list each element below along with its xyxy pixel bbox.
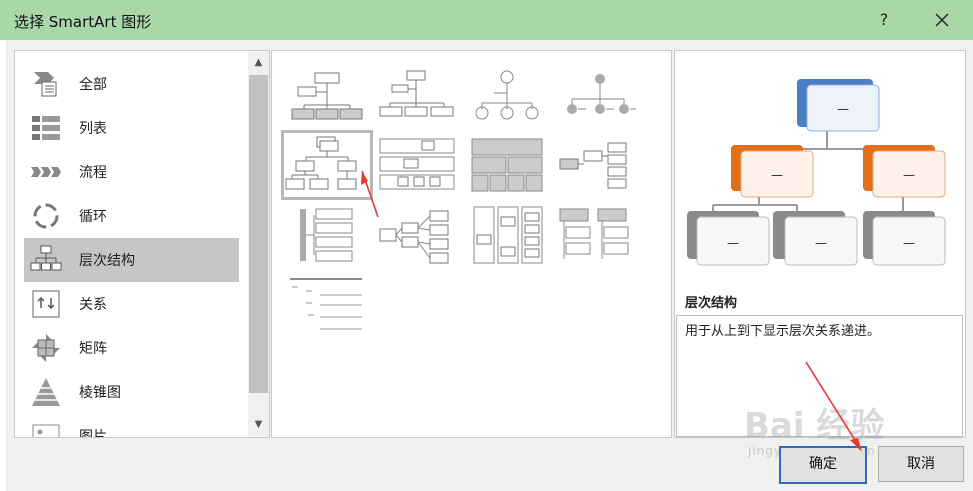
category-label: 图片 [79,429,107,438]
preview-node-text: — [837,102,849,116]
matrix-icon [32,334,60,362]
background-strip [0,40,6,491]
preview-node-text: — [771,168,783,182]
close-icon[interactable] [927,6,957,34]
picture-icon [32,424,60,437]
scroll-up-icon[interactable]: ▲ [248,53,269,73]
hierarchy-preview: — — — — — — [687,79,946,266]
preview-node-text: — [903,168,915,182]
preview-node-text: — [727,236,739,250]
layout-thumbnail[interactable] [464,133,550,197]
layout-thumbnail[interactable] [464,65,550,129]
annotation-arrow-icon [361,170,379,218]
layout-thumbnail[interactable] [284,65,370,129]
process-icon [31,167,61,177]
preview-node-text: — [903,236,915,250]
relationship-icon [32,290,60,318]
category-label: 层次结构 [79,253,135,269]
category-label: 矩阵 [79,341,107,357]
scroll-down-icon[interactable]: ▼ [248,415,269,435]
title-bar: 选择 SmartArt 图形 ? [0,0,973,40]
category-scrollbar[interactable]: ▲ ▼ [248,51,269,437]
category-relationship[interactable]: 关系 [24,282,239,326]
layout-thumbnail[interactable] [374,65,460,129]
category-label: 循环 [79,209,107,225]
layout-name: 层次结构 [685,296,738,311]
category-label: 全部 [79,77,107,93]
help-button[interactable]: ? [872,8,896,32]
category-list: 全部 列表 流程 循环 层次结构 关系 矩阵 棱锥图 图片 ▲ ▼ [14,50,270,438]
category-pyramid[interactable]: 棱锥图 [24,370,239,414]
layout-thumbnail[interactable] [554,203,640,267]
category-process[interactable]: 流程 [24,150,239,194]
category-list-layouts[interactable]: 列表 [24,106,239,150]
list-icon [32,116,60,140]
category-cycle[interactable]: 循环 [24,194,239,238]
category-matrix[interactable]: 矩阵 [24,326,239,370]
category-label: 流程 [79,165,107,181]
layout-thumbnail[interactable] [464,203,550,267]
layout-thumbnail[interactable] [284,273,370,337]
scroll-thumb[interactable] [249,75,268,393]
cancel-button[interactable]: 取消 [878,446,964,482]
category-label: 关系 [79,297,107,313]
hierarchy-icon [30,245,62,271]
preview-node-text: — [815,236,827,250]
pyramid-icon [32,378,60,406]
layout-gallery [271,50,672,438]
category-all[interactable]: 全部 [24,62,239,106]
category-picture[interactable]: 图片 [24,414,239,438]
layout-thumbnail[interactable] [554,133,640,197]
category-label: 列表 [79,121,107,137]
layout-description: 用于从上到下显示层次关系递进。 [685,324,881,339]
category-label: 棱锥图 [79,385,121,401]
category-hierarchy[interactable]: 层次结构 [24,238,239,282]
dialog-title: 选择 SmartArt 图形 [14,13,152,31]
layout-thumbnail[interactable] [554,65,640,129]
annotation-arrow-icon [805,361,862,452]
all-icon [34,72,57,97]
cycle-icon [33,203,59,229]
